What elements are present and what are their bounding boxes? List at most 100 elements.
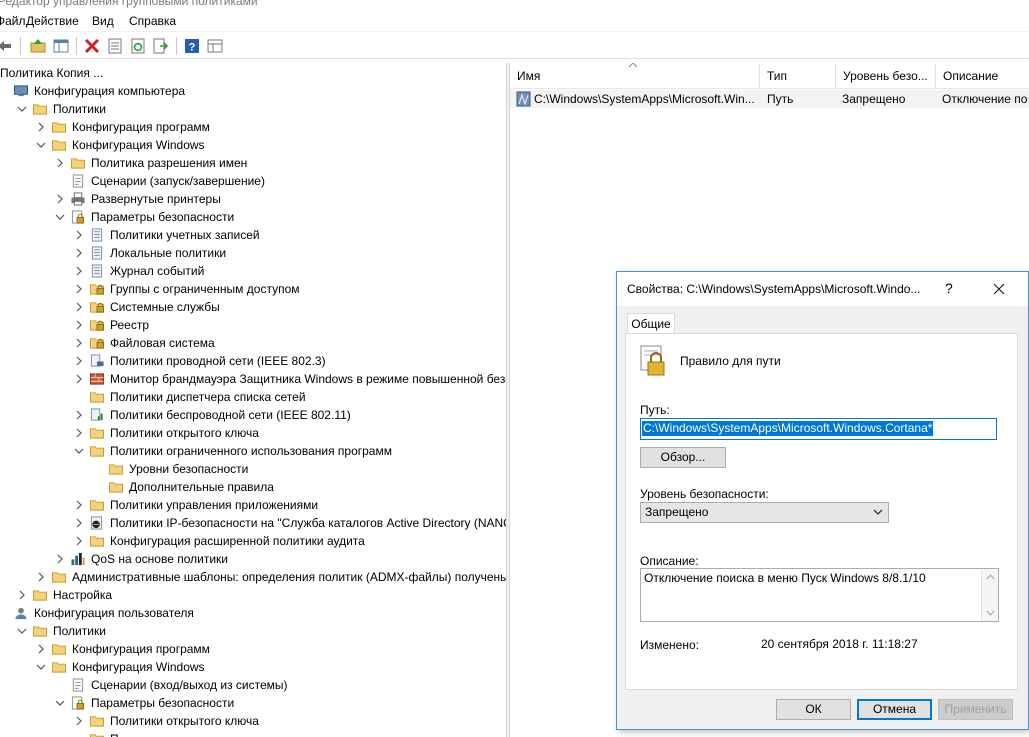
chevron-down-icon[interactable] [55,212,65,222]
back-arrow-icon[interactable] [0,38,12,54]
ok-button[interactable]: ОК [776,699,851,720]
dialog-help-button[interactable]: ? [945,280,953,296]
column-header-level[interactable]: Уровень безо... [836,63,936,89]
tree-item[interactable]: Реестр [0,316,506,334]
tree-item[interactable]: Файловая система [0,334,506,352]
tree-item[interactable]: Журнал событий [0,262,506,280]
tree-item[interactable]: Политика разрешения имен [0,154,506,172]
chevron-right-icon[interactable] [74,374,84,384]
tree-item[interactable]: Локальные политики [0,244,506,262]
chevron-right-icon[interactable] [74,536,84,546]
properties-icon[interactable] [107,38,123,54]
tree-item[interactable]: Конфигурация программ [0,118,506,136]
chevron-right-icon[interactable] [74,716,84,726]
column-header-type[interactable]: Тип [760,63,836,89]
tree-item[interactable]: Уровни безопасности [0,460,506,478]
tree-item[interactable]: Политика Копия ... [0,64,506,82]
refresh-icon[interactable] [130,38,146,54]
chevron-right-icon[interactable] [74,302,84,312]
tab-general[interactable]: Общие [627,313,675,334]
tree-item[interactable]: Политики ограниченного использования про… [0,442,506,460]
export-icon[interactable] [152,38,168,54]
scroll-down-icon[interactable] [986,610,995,616]
tree-item[interactable]: Конфигурация компьютера [0,82,506,100]
chevron-down-icon[interactable] [36,140,46,150]
tree-item[interactable]: Конфигурация Windows [0,136,506,154]
tree-item[interactable]: Политики проводной сети (IEEE 802.3) [0,352,506,370]
column-header-description[interactable]: Описание [936,63,1029,89]
tree-item[interactable]: П [0,730,506,737]
cancel-button[interactable]: Отмена [857,699,932,720]
delete-icon[interactable] [84,38,100,54]
chevron-right-icon[interactable] [55,158,65,168]
browse-button[interactable]: Обзор... [640,447,726,468]
apply-button[interactable]: Применить [938,699,1013,720]
tree-item[interactable]: Политики управления приложениями [0,496,506,514]
tree-item[interactable]: Политики открытого ключа [0,712,506,730]
chevron-down-icon[interactable] [55,698,65,708]
scroll-up-icon[interactable] [986,574,995,580]
chevron-right-icon[interactable] [55,194,65,204]
chevron-right-icon[interactable] [74,356,84,366]
chevron-right-icon[interactable] [74,266,84,276]
chevron-right-icon[interactable] [74,338,84,348]
tree-item[interactable]: Системные службы [0,298,506,316]
chevron-right-icon[interactable] [74,320,84,330]
dialog-close-icon[interactable] [979,274,1019,304]
chevron-down-icon[interactable] [17,104,27,114]
chevron-right-icon[interactable] [36,644,46,654]
help-icon[interactable]: ? [184,38,200,54]
tree-item[interactable]: Монитор брандмауэра Защитника Windows в … [0,370,506,388]
tree-item[interactable]: Конфигурация программ [0,640,506,658]
tree-item[interactable]: Политики беспроводной сети (IEEE 802.11) [0,406,506,424]
chevron-right-icon[interactable] [74,284,84,294]
tree-item[interactable]: Политики учетных записей [0,226,506,244]
chevron-down-icon[interactable] [74,446,84,456]
tree-item[interactable]: Параметры безопасности [0,694,506,712]
chevron-down-icon[interactable] [36,662,46,672]
description-textarea[interactable]: Отключение поиска в меню Пуск Windows 8/… [640,568,999,622]
chevron-right-icon[interactable] [74,248,84,258]
tree-item[interactable]: Политики [0,100,506,118]
chevron-down-icon[interactable] [17,626,27,636]
security-level-select[interactable]: Запрещено [640,502,889,523]
tree-item[interactable]: Конфигурация расширенной политики аудита [0,532,506,550]
tree-item[interactable]: Настройка [0,586,506,604]
show-hide-tree-icon[interactable] [53,38,69,54]
chevron-right-icon[interactable] [17,590,27,600]
chevron-right-icon[interactable] [55,554,65,564]
tree-item[interactable]: Политики [0,622,506,640]
tree-item[interactable]: Развернутые принтеры [0,190,506,208]
tree-item[interactable]: Конфигурация пользователя [0,604,506,622]
menu-action[interactable]: Действие [26,14,79,28]
table-row[interactable]: C:\Windows\SystemApps\Microsoft.Win... П… [510,90,1029,108]
description-scrollbar[interactable] [981,569,998,621]
path-input[interactable]: C:\Windows\SystemApps\Microsoft.Windows.… [640,418,997,440]
tree-item[interactable]: Группы с ограниченным доступом [0,280,506,298]
security-level-label: Уровень безопасности: [640,487,769,501]
tree-item[interactable]: Параметры безопасности [0,208,506,226]
tree-item[interactable]: Сценарии (запуск/завершение) [0,172,506,190]
column-header-name[interactable]: Имя [510,63,760,89]
tree-item[interactable]: Политики IP-безопасности на "Служба ката… [0,514,506,532]
tree-item[interactable]: Политики диспетчера списка сетей [0,388,506,406]
console-tree[interactable]: Политика Копия ... Конфигурация компьютер… [0,63,506,737]
menu-file[interactable]: Файл [0,14,26,28]
chevron-right-icon[interactable] [36,122,46,132]
tree-item[interactable]: QoS на основе политики [0,550,506,568]
view-icon[interactable] [207,38,223,54]
tree-item[interactable]: Конфигурация Windows [0,658,506,676]
chevron-right-icon[interactable] [74,500,84,510]
chevron-right-icon[interactable] [74,410,84,420]
chevron-right-icon[interactable] [36,572,46,582]
menu-view[interactable]: Вид [92,14,114,28]
up-folder-icon[interactable] [30,38,46,54]
chevron-right-icon[interactable] [74,428,84,438]
tree-item[interactable]: Сценарии (вход/выход из системы) [0,676,506,694]
chevron-right-icon[interactable] [74,518,84,528]
tree-item[interactable]: Административные шаблоны: определения по… [0,568,506,586]
menu-help[interactable]: Справка [129,14,176,28]
tree-item[interactable]: Политики открытого ключа [0,424,506,442]
chevron-right-icon[interactable] [74,230,84,240]
tree-item[interactable]: Дополнительные правила [0,478,506,496]
